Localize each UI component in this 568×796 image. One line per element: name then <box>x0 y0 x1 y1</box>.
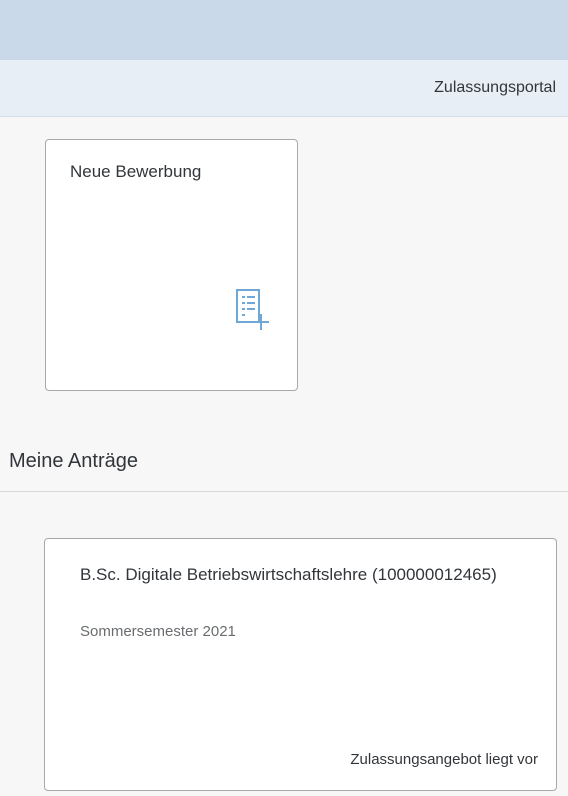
tile-title: Neue Bewerbung <box>70 162 202 181</box>
portal-title: Zulassungsportal <box>434 79 556 96</box>
section-divider <box>0 491 568 492</box>
new-application-tile[interactable]: Neue Bewerbung <box>45 139 298 391</box>
application-title: B.Sc. Digitale Betriebswirtschaftslehre … <box>80 565 497 584</box>
document-add-icon <box>236 289 269 330</box>
application-semester: Sommersemester 2021 <box>80 623 236 640</box>
my-applications-heading: Meine Anträge <box>9 450 138 472</box>
application-status: Zulassungsangebot liegt vor <box>350 751 538 768</box>
app-title-bar: Zulassungsportal <box>0 60 568 117</box>
shell-top-bar <box>0 0 568 60</box>
application-card[interactable]: B.Sc. Digitale Betriebswirtschaftslehre … <box>44 538 557 791</box>
